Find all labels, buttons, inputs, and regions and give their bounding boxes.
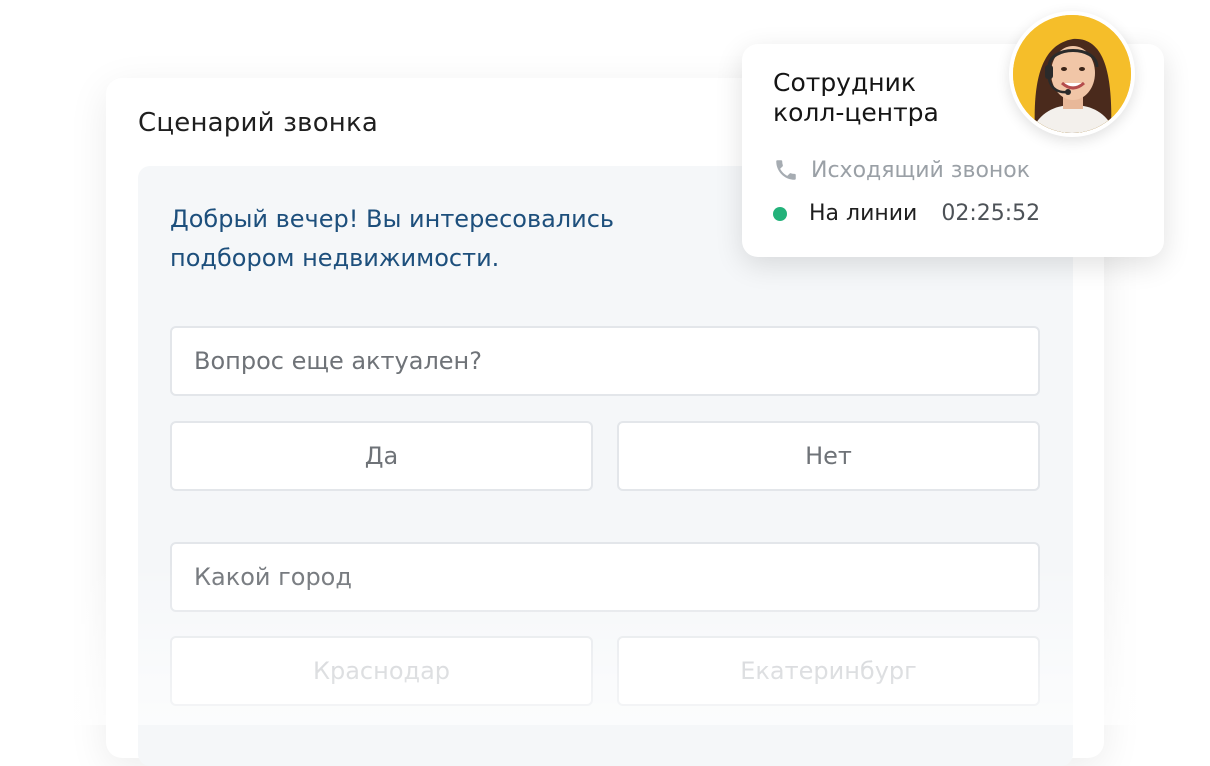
status-row: На линии 02:25:52 — [773, 201, 1040, 226]
question-actual-field[interactable]: Вопрос еще актуален? — [170, 326, 1040, 396]
call-type-row: Исходящий звонок — [773, 157, 1030, 183]
question-city-field[interactable]: Какой город — [170, 542, 1040, 612]
answer-no-button[interactable]: Нет — [617, 421, 1040, 491]
agent-portrait-image — [1013, 15, 1131, 133]
answer-yes-button[interactable]: Да — [170, 421, 593, 491]
phone-icon — [776, 160, 796, 180]
agent-title-text: Сотрудник колл-центра — [773, 68, 939, 127]
call-timer: 02:25:52 — [941, 201, 1041, 226]
city-krasnodar-button[interactable]: Краснодар — [170, 636, 593, 706]
agent-title: Сотрудник колл-центра — [773, 68, 963, 128]
greeting-text: Добрый вечер! Вы интересовались подбором… — [170, 205, 615, 272]
online-status-dot — [773, 206, 787, 221]
agent-avatar — [1009, 11, 1135, 137]
city-yekaterinburg-button[interactable]: Екатеринбург — [617, 636, 1040, 706]
call-type-text: Исходящий звонок — [811, 157, 1031, 183]
card-title: Сценарий звонка — [138, 108, 379, 138]
status-text: На линии — [809, 201, 918, 226]
